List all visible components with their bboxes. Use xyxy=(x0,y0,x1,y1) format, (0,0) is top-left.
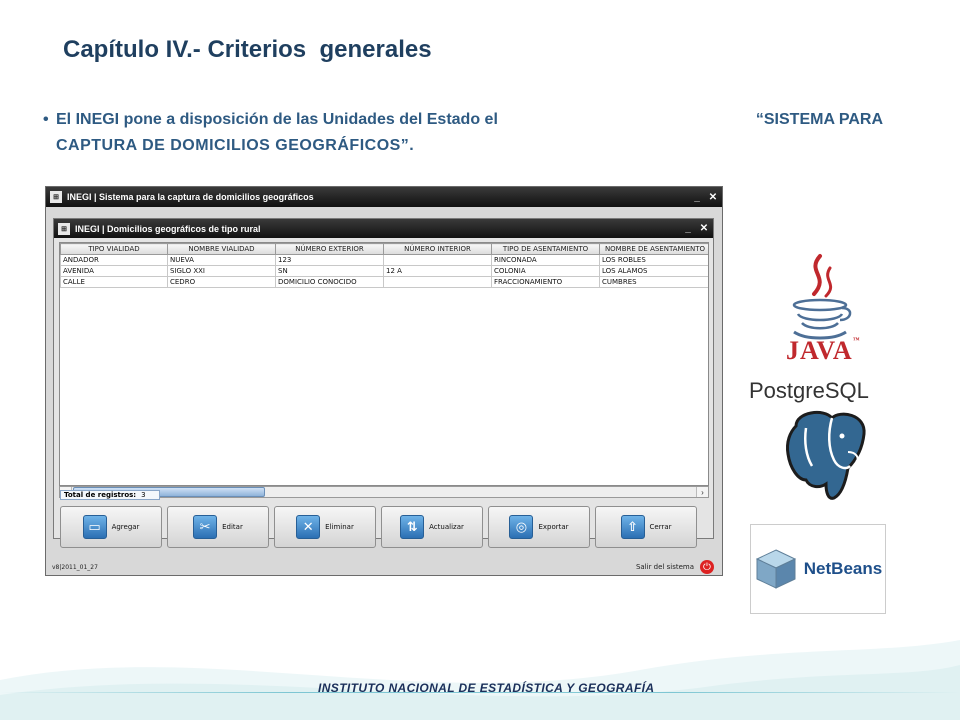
table-row[interactable]: CALLE CEDRO DOMICILIO CONOCIDO FRACCIONA… xyxy=(60,276,708,288)
export-button[interactable]: ◎ Exportar xyxy=(488,506,590,548)
bullet-line-1: El INEGI pone a disposición de las Unida… xyxy=(48,107,883,133)
total-records-label: Total de registros: xyxy=(64,491,137,499)
table-cell: AVENIDA xyxy=(60,265,168,277)
java-text: JAVA xyxy=(786,336,853,365)
update-button[interactable]: ⇅ Actualizar xyxy=(381,506,483,548)
records-table: TIPO VIALIDAD NOMBRE VIALIDAD NÚMERO EXT… xyxy=(60,243,708,288)
delete-icon: ✕ xyxy=(296,515,321,539)
inner-minimize-icon[interactable]: _ xyxy=(683,223,693,234)
bullet-text-1: El INEGI pone a disposición de las Unida… xyxy=(56,111,498,128)
edit-button-label: Editar xyxy=(222,523,243,531)
inner-logo-icon: ⊞ xyxy=(58,222,70,235)
inner-title: INEGI | Domicilios geográficos de tipo r… xyxy=(75,223,261,234)
app-titlebar: ⊞ INEGI | Sistema para la captura de dom… xyxy=(46,187,722,207)
records-table-container[interactable]: TIPO VIALIDAD NOMBRE VIALIDAD NÚMERO EXT… xyxy=(59,242,709,486)
close-button-label: Cerrar xyxy=(649,523,672,531)
table-cell: 123 xyxy=(275,254,384,266)
column-header[interactable]: NOMBRE VIALIDAD xyxy=(167,243,276,255)
table-cell: ANDADOR xyxy=(60,254,168,266)
close-icon[interactable]: ✕ xyxy=(708,192,718,203)
minimize-icon[interactable]: _ xyxy=(692,192,702,203)
netbeans-cube-icon xyxy=(755,549,796,589)
tools-icon: ✂ xyxy=(193,515,218,539)
bullet-line-2: CAPTURA DE DOMICILIOS GEOGRÁFICOS”. xyxy=(56,137,415,154)
delete-button-label: Eliminar xyxy=(325,523,354,531)
action-button-row: ▭ Agregar ✂ Editar ✕ Eliminar ⇅ Actualiz… xyxy=(60,506,707,550)
table-cell: DOMICILIO CONOCIDO xyxy=(275,276,384,288)
total-records: Total de registros: 3 xyxy=(60,490,160,500)
table-cell: 12 A xyxy=(383,265,492,277)
table-cell: SN xyxy=(275,265,384,277)
total-records-value: 3 xyxy=(141,491,146,499)
bullet-dot-icon: • xyxy=(43,111,49,128)
bullet-paragraph: • El INEGI pone a disposición de las Uni… xyxy=(43,107,883,159)
inner-close-icon[interactable]: ✕ xyxy=(699,223,709,234)
export-button-label: Exportar xyxy=(538,523,569,531)
table-cell: CALLE xyxy=(60,276,168,288)
app-title: INEGI | Sistema para la captura de domic… xyxy=(67,192,314,202)
column-header[interactable]: NOMBRE DE ASENTAMIENTO xyxy=(599,243,708,255)
status-bar: v8|2011_01_27 Salir del sistema ⏻ xyxy=(46,559,722,575)
bullet-text-2: “SISTEMA PARA xyxy=(755,111,883,128)
table-cell: SIGLO XXI xyxy=(167,265,276,277)
refresh-icon: ⇅ xyxy=(400,515,425,539)
table-row[interactable]: ANDADOR NUEVA 123 RINCONADA LOS ROBLES xyxy=(60,254,708,266)
netbeans-wordmark: NetBeans xyxy=(803,559,883,578)
edit-button[interactable]: ✂ Editar xyxy=(167,506,269,548)
add-button-label: Agregar xyxy=(111,523,140,531)
netbeans-logo: NetBeans xyxy=(750,524,886,614)
table-header-row: TIPO VIALIDAD NOMBRE VIALIDAD NÚMERO EXT… xyxy=(60,243,708,255)
column-header[interactable]: NÚMERO EXTERIOR xyxy=(275,243,384,255)
scroll-right-icon[interactable]: › xyxy=(696,487,708,497)
delete-button[interactable]: ✕ Eliminar xyxy=(274,506,376,548)
app-logo-icon: ⊞ xyxy=(50,191,62,203)
table-row[interactable]: AVENIDA SIGLO XXI SN 12 A COLONIA LOS AL… xyxy=(60,265,708,277)
version-label: v8|2011_01_27 xyxy=(52,563,98,571)
update-button-label: Actualizar xyxy=(429,523,464,531)
table-cell: LOS ALAMOS xyxy=(599,265,708,277)
table-cell: FRACCIONAMIENTO xyxy=(491,276,600,288)
power-icon[interactable]: ⏻ xyxy=(700,560,714,574)
trademark-icon: ™ xyxy=(852,336,861,344)
add-button[interactable]: ▭ Agregar xyxy=(60,506,162,548)
java-wordmark: JAVA™ xyxy=(786,336,861,366)
table-cell: CUMBRES xyxy=(599,276,708,288)
document-icon: ▭ xyxy=(82,515,107,539)
postgresql-elephant-logo xyxy=(786,410,866,500)
globe-icon: ◎ xyxy=(509,515,534,539)
exit-icon: ⇧ xyxy=(620,515,645,539)
table-cell: CEDRO xyxy=(167,276,276,288)
table-cell: COLONIA xyxy=(491,265,600,277)
close-button[interactable]: ⇧ Cerrar xyxy=(595,506,697,548)
column-header[interactable]: TIPO DE ASENTAMIENTO xyxy=(491,243,600,255)
table-cell: RINCONADA xyxy=(491,254,600,266)
column-header[interactable]: NÚMERO INTERIOR xyxy=(383,243,492,255)
app-window: ⊞ INEGI | Sistema para la captura de dom… xyxy=(45,186,723,576)
exit-label: Salir del sistema xyxy=(635,563,694,571)
inner-titlebar: ⊞ INEGI | Domicilios geográficos de tipo… xyxy=(54,219,713,238)
column-header[interactable]: TIPO VIALIDAD xyxy=(60,243,168,255)
table-cell xyxy=(383,276,492,288)
footer-institution: INSTITUTO NACIONAL DE ESTADÍSTICA Y GEOG… xyxy=(318,681,655,695)
exit-system[interactable]: Salir del sistema ⏻ xyxy=(636,560,714,574)
postgresql-wordmark: PostgreSQL xyxy=(749,378,869,403)
table-cell xyxy=(383,254,492,266)
table-cell: LOS ROBLES xyxy=(599,254,708,266)
slide-title: Capítulo IV.- Criterios generales xyxy=(63,36,432,63)
table-cell: NUEVA xyxy=(167,254,276,266)
